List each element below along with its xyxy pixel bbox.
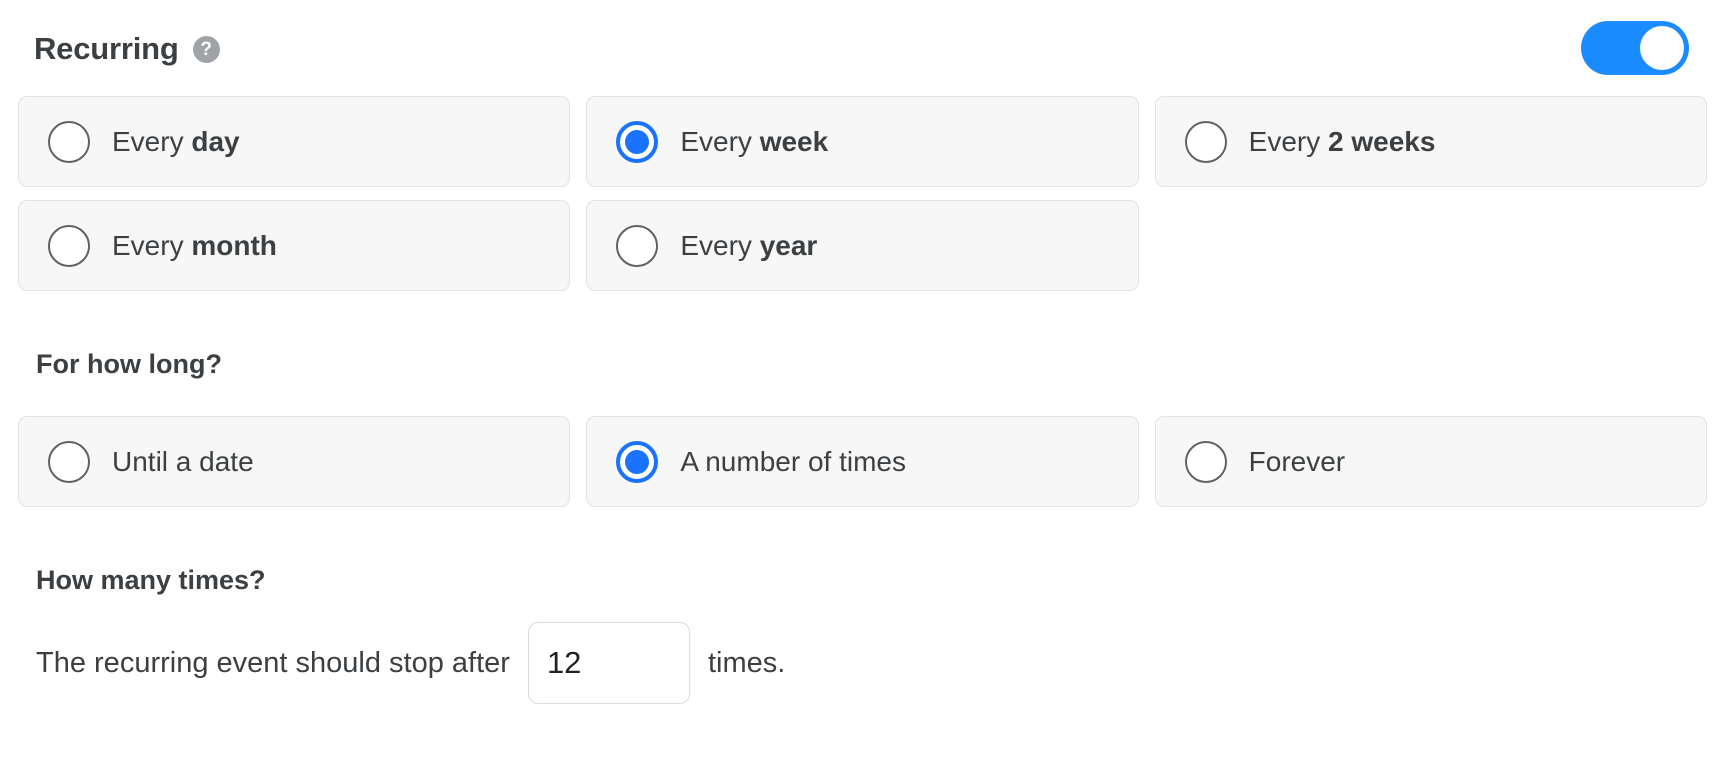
- count-sentence-row: The recurring event should stop after ti…: [16, 622, 1709, 704]
- option-strong: year: [759, 229, 818, 261]
- radio-icon-selected[interactable]: [616, 120, 659, 163]
- option-prefix: Every: [680, 125, 760, 157]
- option-strong: month: [191, 229, 277, 261]
- option-prefix: Every: [112, 229, 192, 261]
- recurring-toggle[interactable]: [1581, 21, 1689, 75]
- title-group: Recurring ?: [34, 33, 220, 64]
- radio-icon[interactable]: [48, 440, 90, 483]
- frequency-option-every-year[interactable]: Every year: [586, 200, 1139, 291]
- radio-icon[interactable]: [616, 224, 659, 267]
- radio-icon[interactable]: [1184, 120, 1227, 163]
- option-label: Until a date: [112, 445, 254, 477]
- radio-icon[interactable]: [48, 120, 90, 163]
- radio-icon[interactable]: [1184, 440, 1227, 483]
- option-prefix: Every: [1248, 125, 1329, 157]
- grid-empty-cell: [1155, 200, 1707, 291]
- duration-option-a-number-of-times[interactable]: A number of times: [586, 416, 1139, 507]
- duration-option-forever[interactable]: Forever: [1154, 416, 1707, 507]
- frequency-option-every-day[interactable]: Every day: [18, 96, 571, 187]
- option-prefix: Every: [112, 125, 192, 157]
- radio-icon[interactable]: [48, 224, 90, 267]
- option-strong: day: [191, 125, 240, 157]
- duration-option-until-a-date[interactable]: Until a date: [18, 416, 571, 507]
- option-strong: 2 weeks: [1328, 125, 1436, 157]
- frequency-option-grid: Every day Every week Every 2 weeks Every…: [16, 96, 1709, 291]
- count-sentence-before: The recurring event should stop after: [36, 646, 510, 679]
- option-label: Every day: [112, 125, 240, 157]
- option-label: Every year: [680, 229, 818, 261]
- option-prefix: Until a date: [112, 445, 254, 477]
- radio-dot: [625, 129, 650, 154]
- toggle-knob: [1640, 26, 1684, 70]
- count-heading: How many times?: [36, 565, 266, 595]
- option-prefix: Forever: [1248, 445, 1346, 477]
- radio-dot: [625, 449, 650, 474]
- option-label: Every week: [680, 125, 829, 157]
- recurring-settings-panel: Recurring ? Every day Every week Every 2…: [0, 0, 1725, 762]
- frequency-option-every-week[interactable]: Every week: [586, 96, 1139, 187]
- help-circle-icon[interactable]: ?: [192, 36, 220, 63]
- option-prefix: A number of times: [680, 445, 906, 477]
- duration-option-grid: Until a date A number of times Forever: [16, 416, 1709, 507]
- option-label: Every month: [112, 229, 277, 261]
- page-title: Recurring: [34, 30, 179, 66]
- option-strong: week: [759, 125, 829, 157]
- recurring-header: Recurring ?: [16, 0, 1709, 96]
- radio-icon-selected[interactable]: [616, 440, 659, 483]
- count-sentence-after: times.: [707, 646, 786, 679]
- option-label: Every 2 weeks: [1248, 125, 1436, 157]
- option-prefix: Every: [680, 229, 760, 261]
- times-count-input[interactable]: [527, 622, 690, 704]
- frequency-option-every-month[interactable]: Every month: [18, 200, 571, 291]
- option-label: A number of times: [680, 445, 906, 477]
- frequency-option-every-2-weeks[interactable]: Every 2 weeks: [1154, 96, 1707, 187]
- duration-heading: For how long?: [36, 349, 222, 379]
- option-label: Forever: [1248, 445, 1346, 477]
